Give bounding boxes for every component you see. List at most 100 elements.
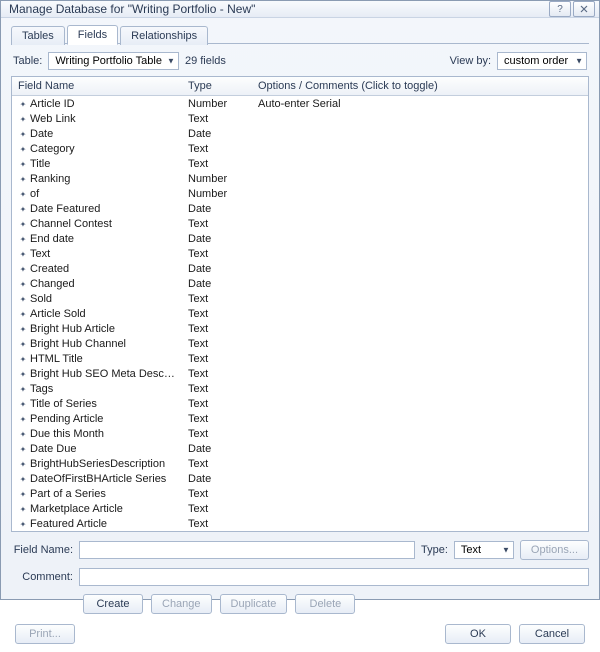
bullet-icon: ✦ bbox=[18, 490, 28, 499]
table-row[interactable]: ✦Date Due Date bbox=[12, 441, 588, 456]
field-name-cell: ✦HTML Title bbox=[12, 353, 182, 365]
table-row[interactable]: ✦TitleText bbox=[12, 156, 588, 171]
table-row[interactable]: ✦Marketplace ArticleText bbox=[12, 501, 588, 516]
field-name-text: Channel Contest bbox=[30, 218, 112, 230]
change-button[interactable]: Change bbox=[151, 594, 212, 614]
field-name-cell: ✦Text bbox=[12, 248, 182, 260]
footer: Print... OK Cancel bbox=[11, 614, 589, 644]
field-name-text: HTML Title bbox=[30, 353, 83, 365]
field-type-cell: Date bbox=[182, 443, 252, 455]
field-name-cell: ✦of bbox=[12, 188, 182, 200]
bullet-icon: ✦ bbox=[18, 220, 28, 229]
field-type-cell: Text bbox=[182, 398, 252, 410]
bullet-icon: ✦ bbox=[18, 415, 28, 424]
field-type-cell: Number bbox=[182, 98, 252, 110]
help-button[interactable]: ? bbox=[549, 1, 571, 17]
titlebar: Manage Database for "Writing Portfolio -… bbox=[1, 1, 599, 18]
field-name-text: of bbox=[30, 188, 39, 200]
table-row[interactable]: ✦Date FeaturedDate bbox=[12, 201, 588, 216]
fieldname-label: Field Name: bbox=[11, 544, 73, 556]
field-name-cell: ✦Date Featured bbox=[12, 203, 182, 215]
bullet-icon: ✦ bbox=[18, 505, 28, 514]
bullet-icon: ✦ bbox=[18, 145, 28, 154]
type-dropdown[interactable]: Text ▼ bbox=[454, 541, 514, 559]
field-options-cell: Auto-enter Serial bbox=[252, 98, 588, 110]
table-row[interactable]: ✦Part of a SeriesText bbox=[12, 486, 588, 501]
table-row[interactable]: ✦Article IDNumberAuto-enter Serial bbox=[12, 96, 588, 111]
delete-button[interactable]: Delete bbox=[295, 594, 355, 614]
table-dropdown[interactable]: Writing Portfolio Table ▼ bbox=[48, 52, 179, 70]
column-header-name[interactable]: Field Name bbox=[12, 77, 182, 95]
field-name-text: Date bbox=[30, 128, 53, 140]
comment-input[interactable] bbox=[79, 568, 589, 586]
field-name-text: Article ID bbox=[30, 98, 75, 110]
table-row[interactable]: ✦Bright Hub ArticleText bbox=[12, 321, 588, 336]
table-row[interactable]: ✦End dateDate bbox=[12, 231, 588, 246]
bullet-icon: ✦ bbox=[18, 250, 28, 259]
table-row[interactable]: ✦ofNumber bbox=[12, 186, 588, 201]
field-type-cell: Text bbox=[182, 428, 252, 440]
table-row[interactable]: ✦CreatedDate bbox=[12, 261, 588, 276]
ok-button[interactable]: OK bbox=[445, 624, 511, 644]
table-row[interactable]: ✦CategoryText bbox=[12, 141, 588, 156]
table-row[interactable]: ✦Article SoldText bbox=[12, 306, 588, 321]
bullet-icon: ✦ bbox=[18, 295, 28, 304]
field-name-text: Bright Hub Article bbox=[30, 323, 115, 335]
field-type-cell: Text bbox=[182, 413, 252, 425]
bullet-icon: ✦ bbox=[18, 370, 28, 379]
table-row[interactable]: ✦Bright Hub ChannelText bbox=[12, 336, 588, 351]
table-row[interactable]: ✦Web LinkText bbox=[12, 111, 588, 126]
field-name-cell: ✦Changed bbox=[12, 278, 182, 290]
viewby-dropdown[interactable]: custom order ▼ bbox=[497, 52, 587, 70]
field-type-cell: Text bbox=[182, 323, 252, 335]
comment-label: Comment: bbox=[11, 571, 73, 583]
table-row[interactable]: ✦Pending ArticleText bbox=[12, 411, 588, 426]
close-button[interactable] bbox=[573, 1, 595, 17]
field-count: 29 fields bbox=[185, 55, 226, 67]
fieldname-input[interactable] bbox=[79, 541, 415, 559]
table-row[interactable]: ✦DateDate bbox=[12, 126, 588, 141]
field-name-cell: ✦Due this Month bbox=[12, 428, 182, 440]
field-name-text: Sold bbox=[30, 293, 52, 305]
bullet-icon: ✦ bbox=[18, 475, 28, 484]
table-row[interactable]: ✦TextText bbox=[12, 246, 588, 261]
table-row[interactable]: ✦Bright Hub SEO Meta DescriptionText bbox=[12, 366, 588, 381]
bullet-icon: ✦ bbox=[18, 445, 28, 454]
chevron-down-icon: ▼ bbox=[502, 546, 510, 555]
field-type-cell: Number bbox=[182, 173, 252, 185]
comment-row: Comment: bbox=[11, 568, 589, 586]
field-name-text: Changed bbox=[30, 278, 75, 290]
cancel-button[interactable]: Cancel bbox=[519, 624, 585, 644]
column-header-type[interactable]: Type bbox=[182, 77, 252, 95]
table-row[interactable]: ✦SoldText bbox=[12, 291, 588, 306]
bullet-icon: ✦ bbox=[18, 310, 28, 319]
field-type-cell: Text bbox=[182, 383, 252, 395]
table-row[interactable]: ✦HTML TitleText bbox=[12, 351, 588, 366]
field-name-cell: ✦Channel Contest bbox=[12, 218, 182, 230]
table-row[interactable]: ✦DateOfFirstBHArticle SeriesDate bbox=[12, 471, 588, 486]
table-row[interactable]: ✦Title of SeriesText bbox=[12, 396, 588, 411]
table-row[interactable]: ✦Due this MonthText bbox=[12, 426, 588, 441]
table-row[interactable]: ✦BrightHubSeriesDescriptionText bbox=[12, 456, 588, 471]
print-button[interactable]: Print... bbox=[15, 624, 75, 644]
field-name-text: Featured Article bbox=[30, 518, 107, 530]
options-button[interactable]: Options... bbox=[520, 540, 589, 560]
field-action-buttons: Create Change Duplicate Delete bbox=[83, 594, 589, 614]
table-row[interactable]: ✦RankingNumber bbox=[12, 171, 588, 186]
create-button[interactable]: Create bbox=[83, 594, 143, 614]
duplicate-button[interactable]: Duplicate bbox=[220, 594, 288, 614]
type-dropdown-value: Text bbox=[461, 544, 481, 556]
table-row[interactable]: ✦TagsText bbox=[12, 381, 588, 396]
tab-relationships[interactable]: Relationships bbox=[120, 26, 208, 45]
column-header-options[interactable]: Options / Comments (Click to toggle) bbox=[252, 77, 588, 95]
field-name-text: DateOfFirstBHArticle Series bbox=[30, 473, 166, 485]
table-row[interactable]: ✦Channel ContestText bbox=[12, 216, 588, 231]
table-row[interactable]: ✦Featured ArticleText bbox=[12, 516, 588, 531]
table-row[interactable]: ✦ChangedDate bbox=[12, 276, 588, 291]
field-name-text: Date Due bbox=[30, 443, 76, 455]
bullet-icon: ✦ bbox=[18, 205, 28, 214]
tab-tables[interactable]: Tables bbox=[11, 26, 65, 45]
grid-body[interactable]: ✦Article IDNumberAuto-enter Serial✦Web L… bbox=[12, 96, 588, 531]
table-dropdown-value: Writing Portfolio Table bbox=[55, 55, 162, 67]
tab-fields[interactable]: Fields bbox=[67, 25, 118, 45]
